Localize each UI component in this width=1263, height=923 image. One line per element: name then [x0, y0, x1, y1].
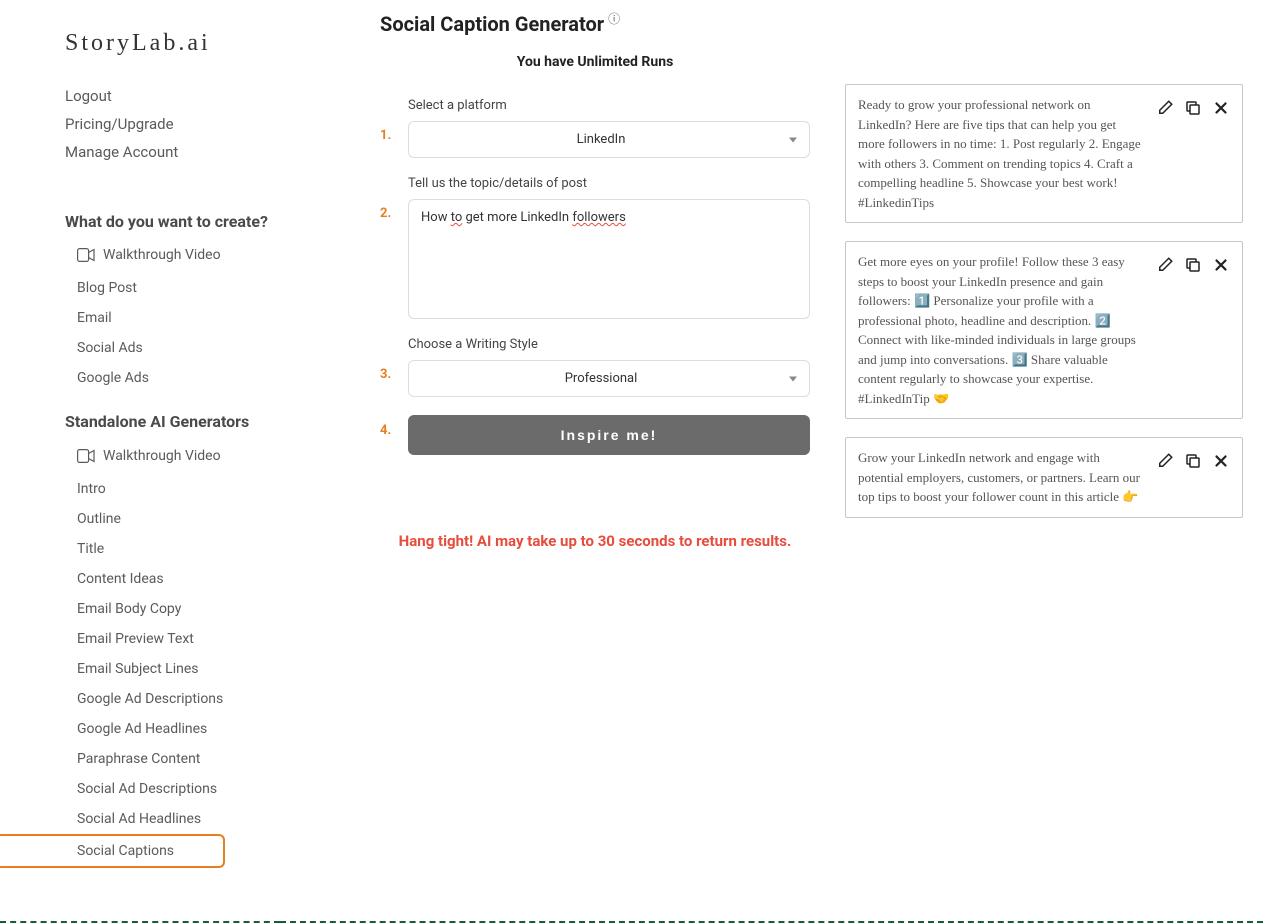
create-section-title: What do you want to create?	[65, 211, 280, 233]
close-icon[interactable]	[1212, 452, 1230, 470]
nav-blog-post[interactable]: Blog Post	[65, 273, 280, 303]
result-card: Get more eyes on your profile! Follow th…	[845, 241, 1243, 419]
inspire-button[interactable]: Inspire me!	[408, 415, 810, 455]
topic-textarea[interactable]: How to get more LinkedIn followers	[408, 199, 810, 319]
walkthrough-label: Walkthrough Video	[103, 448, 221, 464]
nav-intro[interactable]: Intro	[65, 474, 280, 504]
platform-label: Select a platform	[408, 98, 810, 113]
copy-icon[interactable]	[1184, 256, 1202, 274]
nav-email-subject-lines[interactable]: Email Subject Lines	[65, 654, 280, 684]
video-icon	[77, 449, 95, 463]
nav-social-captions[interactable]: Social Captions	[0, 834, 225, 868]
style-select[interactable]: Professional	[408, 360, 810, 397]
nav-email-body-copy[interactable]: Email Body Copy	[65, 594, 280, 624]
info-icon[interactable]: ⓘ	[608, 10, 620, 27]
nav-email[interactable]: Email	[65, 303, 280, 333]
step-number-3: 3.	[380, 337, 408, 382]
nav-content-ideas[interactable]: Content Ideas	[65, 564, 280, 594]
walkthrough-video-create[interactable]: Walkthrough Video	[65, 241, 280, 273]
nav-outline[interactable]: Outline	[65, 504, 280, 534]
platform-select[interactable]: LinkedIn	[408, 121, 810, 158]
loading-message: Hang tight! AI may take up to 30 seconds…	[380, 530, 810, 553]
result-text: Get more eyes on your profile! Follow th…	[858, 252, 1144, 408]
edit-icon[interactable]	[1156, 452, 1174, 470]
close-icon[interactable]	[1212, 99, 1230, 117]
logout-link[interactable]: Logout	[65, 82, 280, 110]
step-number-2: 2.	[380, 176, 408, 221]
copy-icon[interactable]	[1184, 99, 1202, 117]
manage-account-link[interactable]: Manage Account	[65, 138, 280, 166]
step-number-4: 4.	[380, 415, 408, 438]
copy-icon[interactable]	[1184, 452, 1202, 470]
pricing-link[interactable]: Pricing/Upgrade	[65, 110, 280, 138]
edit-icon[interactable]	[1156, 256, 1174, 274]
walkthrough-video-standalone[interactable]: Walkthrough Video	[65, 442, 280, 474]
edit-icon[interactable]	[1156, 99, 1174, 117]
result-text: Grow your LinkedIn network and engage wi…	[858, 448, 1144, 507]
nav-google-ad-descriptions[interactable]: Google Ad Descriptions	[65, 684, 280, 714]
nav-google-ad-headlines[interactable]: Google Ad Headlines	[65, 714, 280, 744]
nav-google-ads[interactable]: Google Ads	[65, 363, 280, 393]
result-text: Ready to grow your professional network …	[858, 95, 1144, 212]
nav-social-ad-descriptions[interactable]: Social Ad Descriptions	[65, 774, 280, 804]
nav-social-ads[interactable]: Social Ads	[65, 333, 280, 363]
topic-label: Tell us the topic/details of post	[408, 176, 810, 191]
result-card: Grow your LinkedIn network and engage wi…	[845, 437, 1243, 518]
standalone-section-title: Standalone AI Generators	[65, 411, 280, 433]
style-label: Choose a Writing Style	[408, 337, 810, 352]
nav-social-ad-headlines[interactable]: Social Ad Headlines	[65, 804, 280, 834]
walkthrough-label: Walkthrough Video	[103, 247, 221, 263]
page-title: Social Caption Generator	[380, 12, 604, 36]
result-card: Ready to grow your professional network …	[845, 84, 1243, 223]
close-icon[interactable]	[1212, 256, 1230, 274]
runs-remaining: You have Unlimited Runs	[380, 54, 810, 70]
nav-title[interactable]: Title	[65, 534, 280, 564]
logo: StoryLab.ai	[0, 30, 280, 82]
nav-paraphrase-content[interactable]: Paraphrase Content	[65, 744, 280, 774]
step-number-1: 1.	[380, 98, 408, 143]
video-icon	[77, 248, 95, 262]
nav-email-preview-text[interactable]: Email Preview Text	[65, 624, 280, 654]
